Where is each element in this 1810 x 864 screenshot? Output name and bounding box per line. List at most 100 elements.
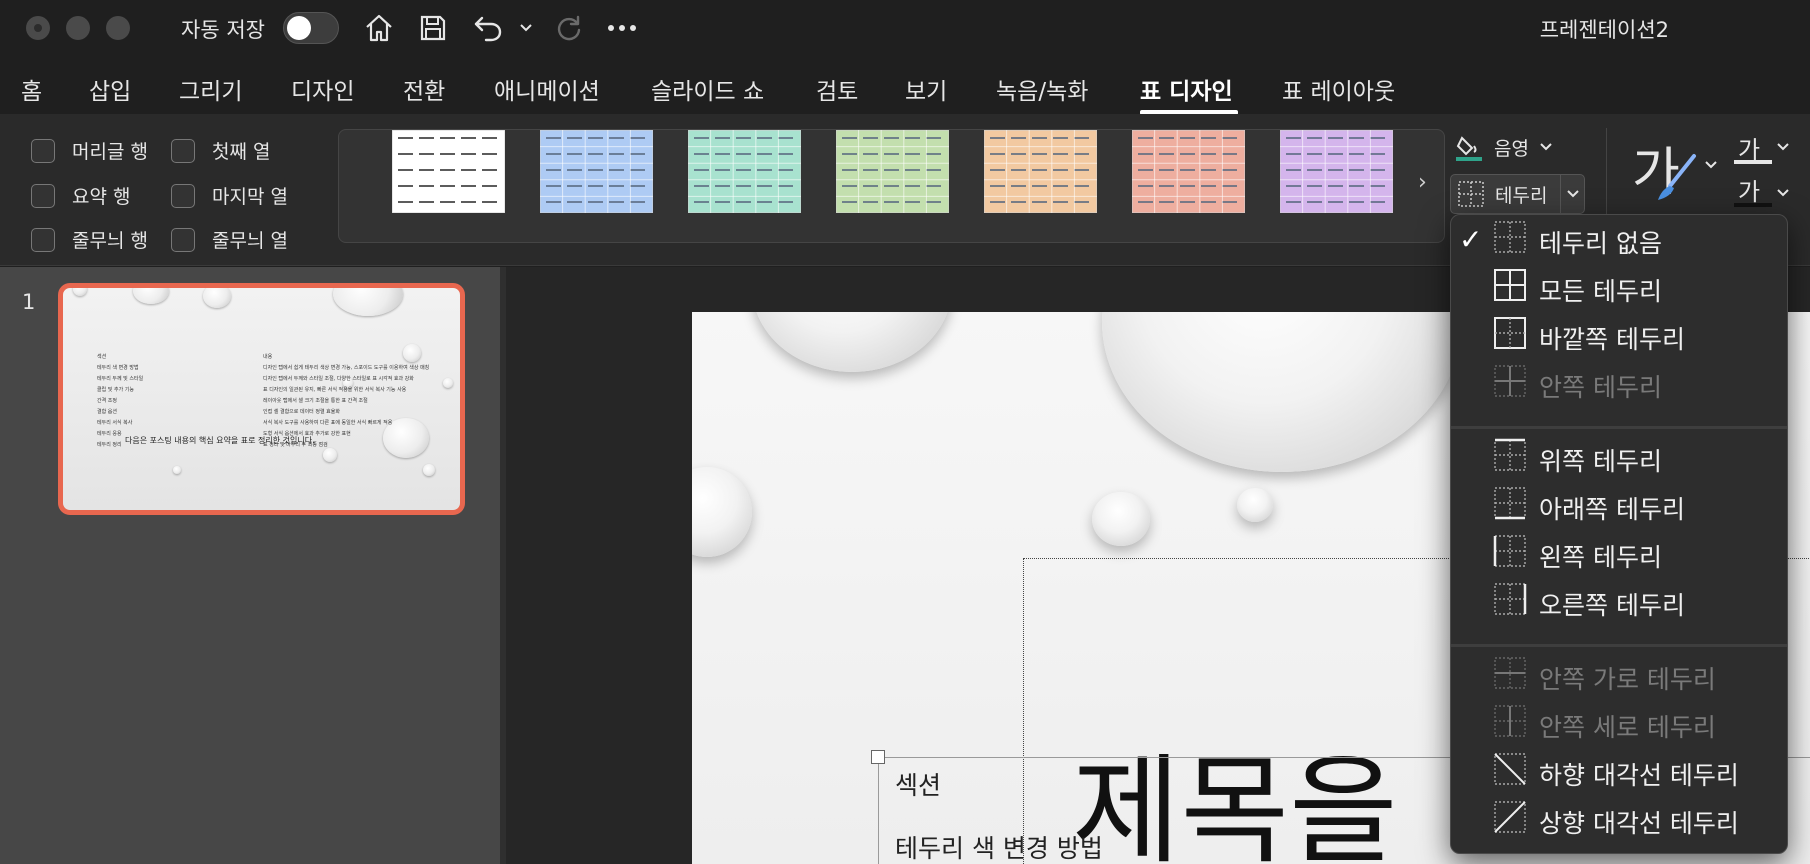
text-outline-chevron-down-icon[interactable] <box>1776 188 1790 198</box>
checkbox-box[interactable] <box>171 227 195 252</box>
thumb-cell: 테두리 두께 및 스타일 <box>97 376 144 382</box>
minimize-window-button[interactable] <box>66 16 90 40</box>
document-title: 프레젠테이션2 <box>1539 18 1669 42</box>
tab-table-design[interactable]: 표 디자인 <box>1140 72 1233 106</box>
tab-animations[interactable]: 애니메이션 <box>494 72 600 106</box>
chevron-down-icon <box>1566 190 1579 198</box>
tab-draw[interactable]: 그리기 <box>179 72 242 106</box>
banded-columns-checkbox[interactable]: 줄무늬 열 <box>171 226 288 253</box>
table-style-swatch[interactable] <box>687 129 802 214</box>
water-droplet <box>1102 312 1462 472</box>
menu-item-label: 안쪽 가로 테두리 <box>1539 665 1716 694</box>
shading-label: 음영 <box>1494 137 1529 160</box>
menu-item-diagonal-up-border[interactable]: 상향 대각선 테두리 <box>1451 795 1787 841</box>
title-bar: 자동 저장 프레젠테이션2 <box>0 0 1810 56</box>
checkbox-box[interactable] <box>31 183 55 208</box>
table-style-swatch[interactable] <box>1279 129 1394 214</box>
all-borders-icon <box>1494 269 1526 301</box>
diagonal-down-border-icon <box>1494 753 1526 785</box>
undo-dropdown-chevron-icon[interactable] <box>512 10 540 46</box>
table-cell[interactable]: 테두리 색 변경 방법 <box>895 829 1103 864</box>
table-style-swatch[interactable] <box>983 129 1098 214</box>
menu-item-outside-borders[interactable]: 바깥쪽 테두리 <box>1451 311 1787 357</box>
more-icon[interactable] <box>604 10 640 46</box>
tab-slide-show[interactable]: 슬라이드 쇼 <box>651 72 764 106</box>
tab-view[interactable]: 보기 <box>905 72 947 106</box>
header-row-checkbox[interactable]: 머리글 행 <box>31 137 148 164</box>
tab-design[interactable]: 디자인 <box>291 72 354 106</box>
text-fill-chevron-down-icon[interactable] <box>1776 142 1790 152</box>
checkbox-box[interactable] <box>171 138 195 163</box>
tab-record[interactable]: 녹음/녹화 <box>996 72 1088 106</box>
total-row-checkbox[interactable]: 요약 행 <box>31 182 130 209</box>
thumb-droplet <box>423 464 435 476</box>
table-style-swatch[interactable] <box>835 129 950 214</box>
toggle-knob <box>287 16 311 40</box>
tab-insert[interactable]: 삽입 <box>89 72 131 106</box>
menu-item-label: 상향 대각선 테두리 <box>1539 809 1739 838</box>
water-droplet <box>1237 488 1273 522</box>
paint-bucket-icon <box>1456 136 1482 161</box>
banded-rows-checkbox[interactable]: 줄무늬 행 <box>31 226 148 253</box>
checkbox-box[interactable] <box>31 138 55 163</box>
table-style-swatch[interactable] <box>391 129 506 214</box>
menu-separator <box>1451 426 1787 429</box>
save-icon[interactable] <box>415 10 451 46</box>
table-style-swatch[interactable] <box>539 129 654 214</box>
menu-item-left-border[interactable]: 왼쪽 테두리 <box>1451 529 1787 575</box>
outside-borders-icon <box>1494 317 1526 349</box>
thumb-cell: 테두리 서식 복사 <box>97 420 133 426</box>
gallery-next-chevron-icon[interactable]: › <box>1418 170 1427 195</box>
close-window-button[interactable] <box>26 16 50 40</box>
autosave-toggle[interactable] <box>283 12 339 44</box>
top-border-icon <box>1494 438 1526 471</box>
home-icon[interactable] <box>361 10 397 46</box>
tab-home[interactable]: 홈 <box>21 72 42 106</box>
thumb-cell: 서식 복사 도구를 사용하여 다른 표에 동일한 서식 빠르게 적용 <box>263 420 393 426</box>
text-outline-button[interactable]: 가 <box>1738 172 1760 207</box>
zoom-window-button[interactable] <box>106 16 130 40</box>
menu-item-inside-horizontal-border: 안쪽 가로 테두리 <box>1451 651 1787 697</box>
inside-vertical-border-icon <box>1494 705 1526 737</box>
checkbox-label: 머리글 행 <box>72 141 148 163</box>
shading-button[interactable]: 음영 <box>1454 132 1553 162</box>
thumb-droplet <box>133 288 169 304</box>
menu-item-label: 아래쪽 테두리 <box>1539 495 1685 524</box>
tab-review[interactable]: 검토 <box>816 72 858 106</box>
menu-item-right-border[interactable]: 오른쪽 테두리 <box>1451 577 1787 623</box>
menu-item-top-border[interactable]: 위쪽 테두리 <box>1451 433 1787 479</box>
thumb-droplet <box>443 378 453 388</box>
borders-dropdown[interactable] <box>1560 175 1584 213</box>
diagonal-up-border-icon <box>1494 801 1526 833</box>
tab-transitions[interactable]: 전환 <box>403 72 445 106</box>
resize-handle[interactable] <box>871 750 885 764</box>
water-droplet <box>1092 492 1150 546</box>
slide-number: 1 <box>22 290 36 314</box>
thumb-cell: 내용 <box>263 354 273 360</box>
menu-item-inside-vertical-border: 안쪽 세로 테두리 <box>1451 699 1787 745</box>
table-style-swatch[interactable] <box>1131 129 1246 214</box>
slide-thumbnail[interactable]: 섹션 테두리 색 변경 방법 테두리 두께 및 스타일 클립 및 추가 기능 간격 조정… <box>58 283 465 515</box>
wordart-chevron-down-icon[interactable] <box>1704 160 1718 170</box>
checkbox-label: 줄무늬 행 <box>72 230 148 252</box>
first-column-checkbox[interactable]: 첫째 열 <box>171 137 270 164</box>
border-icon <box>1458 181 1484 207</box>
table-cell[interactable]: 섹션 <box>895 766 941 802</box>
checkbox-box[interactable] <box>171 183 195 208</box>
thumb-cell: 레이아웃 탭에서 셀 크기 조절을 통한 표 간격 조절 <box>263 398 368 404</box>
tab-table-layout[interactable]: 표 레이아웃 <box>1282 72 1395 106</box>
redo-icon[interactable] <box>550 10 586 46</box>
thumb-droplet <box>73 288 87 296</box>
last-column-checkbox[interactable]: 마지막 열 <box>171 182 288 209</box>
thumb-cell: 인접 셀 결합으로 데이터 정렬 효율화 <box>263 409 340 415</box>
checkbox-box[interactable] <box>31 227 55 252</box>
menu-item-no-border[interactable]: ✓ 테두리 없음 <box>1451 215 1787 261</box>
menu-item-bottom-border[interactable]: 아래쪽 테두리 <box>1451 481 1787 527</box>
shading-chevron-down-icon[interactable] <box>1539 142 1553 152</box>
thumb-droplet <box>173 466 181 474</box>
menu-item-label: 바깥쪽 테두리 <box>1539 325 1685 354</box>
menu-item-all-borders[interactable]: 모든 테두리 <box>1451 263 1787 309</box>
undo-icon[interactable] <box>470 10 506 46</box>
borders-button[interactable]: 테두리 <box>1450 174 1585 214</box>
menu-item-diagonal-down-border[interactable]: 하향 대각선 테두리 <box>1451 747 1787 793</box>
